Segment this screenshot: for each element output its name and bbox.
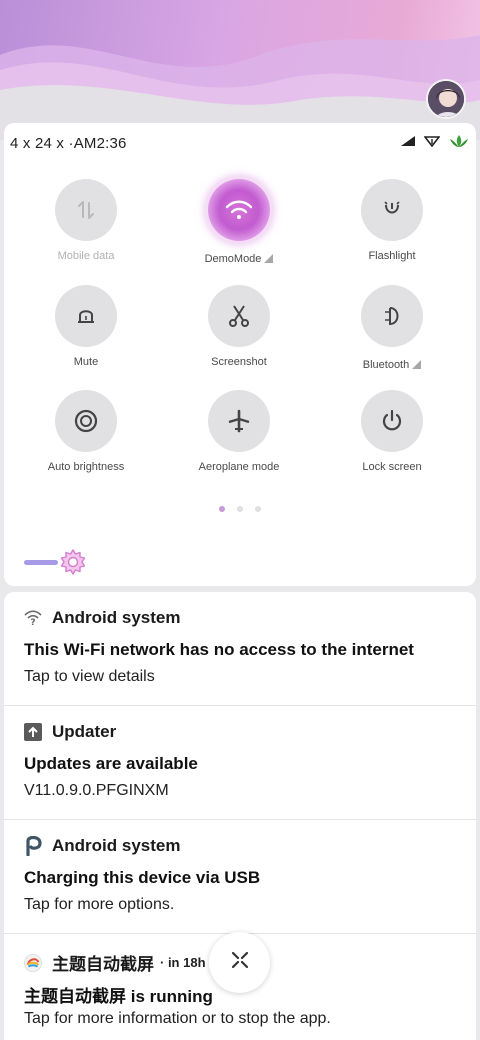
- app-name: Updater: [52, 722, 117, 741]
- notification-title: Charging this device via USB: [24, 868, 261, 887]
- tile-aeroplane-mode[interactable]: Aeroplane mode: [164, 390, 314, 490]
- lotus-icon: [448, 134, 470, 153]
- brightness-track: [24, 560, 58, 565]
- page-dot[interactable]: [237, 506, 243, 512]
- tile-label: Mute: [73, 356, 99, 368]
- brightness-icon: [55, 390, 117, 452]
- scissors-icon: [208, 285, 270, 347]
- tile-label: Lock screen: [362, 461, 422, 473]
- clear-all-icon: [230, 950, 250, 975]
- tile-demomode[interactable]: DemoMode: [164, 179, 314, 279]
- tile-mute[interactable]: Mute: [11, 285, 161, 385]
- wifi-signal-icon: [423, 134, 441, 152]
- notification-body: Tap to view details: [24, 668, 155, 685]
- tile-label: DemoMode: [204, 253, 262, 265]
- wifi-icon: [208, 179, 270, 241]
- page-dot[interactable]: [255, 506, 261, 512]
- signal-icon: [400, 134, 416, 152]
- notification-title: 主题自动截屏 is running: [24, 987, 213, 1006]
- page-dot[interactable]: [219, 506, 225, 512]
- wallpaper: [0, 0, 480, 140]
- app-name: Android system: [52, 608, 181, 627]
- mobile-data-icon: [55, 179, 117, 241]
- indicator-icon: [264, 254, 274, 263]
- tile-label: Bluetooth: [362, 359, 410, 371]
- notification-body: V11.0.9.0.PFGINXM: [24, 782, 169, 799]
- flashlight-icon: [361, 179, 423, 241]
- notification-body: Tap for more information or to stop the …: [24, 1010, 331, 1027]
- notification-title: This Wi-Fi network has no access to the …: [24, 640, 414, 659]
- brightness-slider[interactable]: [24, 547, 94, 577]
- tile-auto-brightness[interactable]: Auto brightness: [11, 390, 161, 490]
- notification-title: Updates are available: [24, 754, 198, 773]
- tile-label: Mobile data: [57, 250, 115, 262]
- svg-text:?: ?: [30, 618, 35, 626]
- wallpaper-waves: [0, 35, 480, 140]
- tile-bluetooth[interactable]: Bluetooth: [317, 285, 467, 385]
- tile-label: Aeroplane mode: [198, 461, 280, 473]
- notification-usb[interactable]: Android system Charging this device via …: [4, 820, 476, 933]
- upload-arrow-icon: [24, 723, 42, 741]
- tile-label: Flashlight: [368, 250, 416, 262]
- wifi-question-icon: ?: [24, 609, 42, 627]
- usb-p-icon: [24, 836, 42, 856]
- tile-lock-screen[interactable]: Lock screen: [317, 390, 467, 490]
- tile-screenshot[interactable]: Screenshot: [164, 285, 314, 385]
- notification-body: Tap for more options.: [24, 896, 175, 913]
- notification-wifi[interactable]: ? Android system This Wi-Fi network has …: [4, 592, 476, 705]
- user-avatar[interactable]: [426, 79, 466, 119]
- power-icon: [361, 390, 423, 452]
- app-logo-icon: [24, 953, 42, 972]
- bluetooth-icon: [361, 285, 423, 347]
- quick-settings-panel: 4 x 24 x ·AM2:36 Mobile data DemoMode Fl…: [4, 123, 476, 586]
- status-text: 4 x 24 x ·AM2:36: [10, 134, 127, 152]
- tile-flashlight[interactable]: Flashlight: [317, 179, 467, 279]
- notification-updater[interactable]: Updater Updates are available V11.0.9.0.…: [4, 706, 476, 819]
- airplane-icon: [208, 390, 270, 452]
- page-indicator: [4, 499, 476, 517]
- app-name: 主题自动截屏: [52, 955, 154, 974]
- indicator-icon: [412, 360, 422, 369]
- tile-label: Auto brightness: [47, 461, 125, 473]
- app-name: Android system: [52, 836, 181, 855]
- bell-icon: [55, 285, 117, 347]
- status-bar: 4 x 24 x ·AM2:36: [10, 133, 470, 153]
- sun-gear-icon[interactable]: [58, 547, 88, 577]
- tile-mobile-data[interactable]: Mobile data: [11, 179, 161, 279]
- clear-all-button[interactable]: [209, 932, 270, 993]
- notification-time: · in 18h: [160, 955, 206, 970]
- tile-label: Screenshot: [211, 356, 267, 368]
